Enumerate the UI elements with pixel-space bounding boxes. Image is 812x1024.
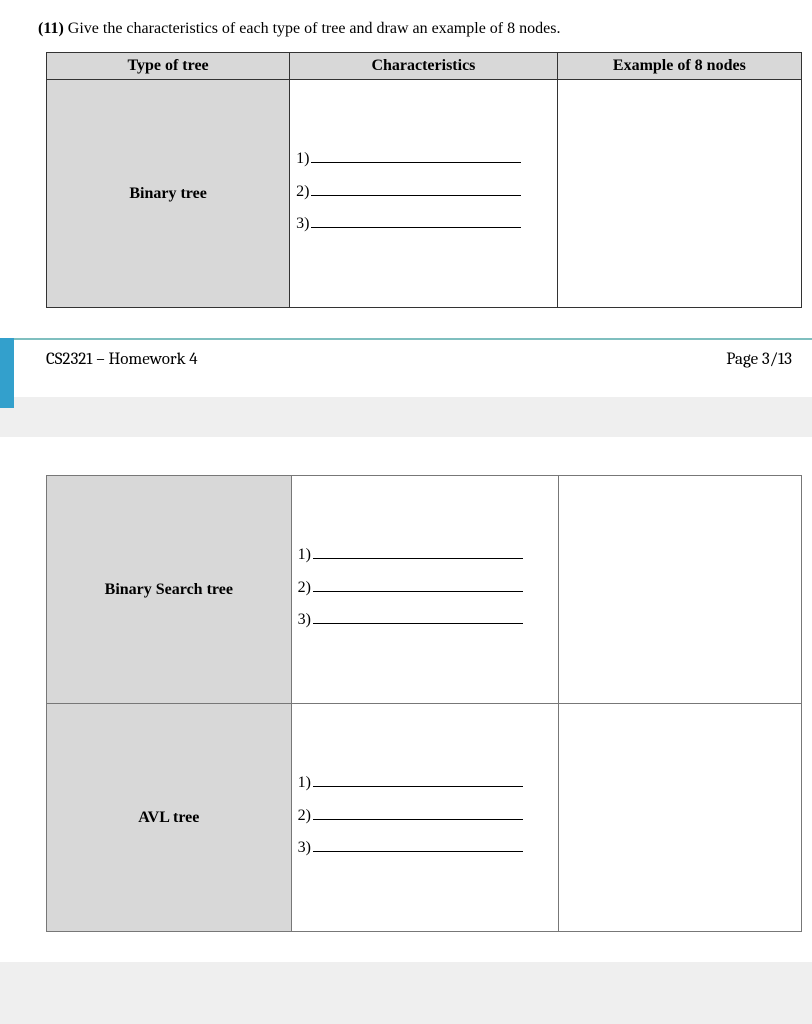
blank-line bbox=[313, 837, 523, 852]
char-cell-binary: 1) 2) 3) bbox=[290, 80, 558, 308]
header-example: Example of 8 nodes bbox=[557, 53, 801, 80]
tree-table-bottom: Binary Search tree 1) 2) 3) AVL tree bbox=[46, 475, 802, 932]
page-footer: CS2321 – Homework 4 Page 3/13 bbox=[0, 338, 812, 397]
table-row-avl: AVL tree 1) 2) 3) bbox=[47, 704, 802, 932]
char-num: 1) bbox=[298, 546, 311, 564]
char-line: 3) bbox=[296, 213, 549, 233]
question-prompt: (11) Give the characteristics of each ty… bbox=[38, 20, 802, 38]
blank-line bbox=[313, 576, 523, 591]
char-line: 3) bbox=[298, 837, 551, 857]
blank-line bbox=[313, 804, 523, 819]
char-num: 2) bbox=[296, 183, 309, 201]
blank-line bbox=[313, 772, 523, 787]
char-num: 3) bbox=[298, 611, 311, 629]
page-gap bbox=[0, 397, 812, 437]
char-line: 2) bbox=[298, 804, 551, 824]
question-text: Give the characteristics of each type of… bbox=[68, 20, 561, 37]
question-number: (11) bbox=[38, 20, 64, 37]
table-row-bst: Binary Search tree 1) 2) 3) bbox=[47, 476, 802, 704]
blank-line bbox=[311, 213, 521, 228]
header-characteristics: Characteristics bbox=[290, 53, 558, 80]
char-line: 3) bbox=[298, 609, 551, 629]
footer-page: Page 3/13 bbox=[726, 350, 802, 369]
tree-table-top: Type of tree Characteristics Example of … bbox=[46, 52, 802, 308]
example-cell-binary bbox=[557, 80, 801, 308]
type-cell-bst: Binary Search tree bbox=[47, 476, 292, 704]
char-num: 2) bbox=[298, 807, 311, 825]
header-type: Type of tree bbox=[47, 53, 290, 80]
char-num: 1) bbox=[296, 150, 309, 168]
footer-course: CS2321 – Homework 4 bbox=[46, 350, 198, 369]
char-line: 1) bbox=[296, 148, 549, 168]
char-num: 1) bbox=[298, 774, 311, 792]
char-num: 3) bbox=[298, 839, 311, 857]
blank-line bbox=[311, 180, 521, 195]
footer-tab-accent bbox=[0, 338, 14, 408]
example-cell-avl bbox=[559, 704, 802, 932]
blank-line bbox=[311, 148, 521, 163]
char-cell-bst: 1) 2) 3) bbox=[291, 476, 559, 704]
type-cell-avl: AVL tree bbox=[47, 704, 292, 932]
example-cell-bst bbox=[559, 476, 802, 704]
blank-line bbox=[313, 609, 523, 624]
type-cell-binary: Binary tree bbox=[47, 80, 290, 308]
char-num: 3) bbox=[296, 215, 309, 233]
table-row-binary: Binary tree 1) 2) 3) bbox=[47, 80, 802, 308]
char-cell-avl: 1) 2) 3) bbox=[291, 704, 559, 932]
char-line: 1) bbox=[298, 544, 551, 564]
char-line: 2) bbox=[296, 180, 549, 200]
char-line: 2) bbox=[298, 576, 551, 596]
blank-line bbox=[313, 544, 523, 559]
char-num: 2) bbox=[298, 579, 311, 597]
table-header-row: Type of tree Characteristics Example of … bbox=[47, 53, 802, 80]
char-line: 1) bbox=[298, 772, 551, 792]
